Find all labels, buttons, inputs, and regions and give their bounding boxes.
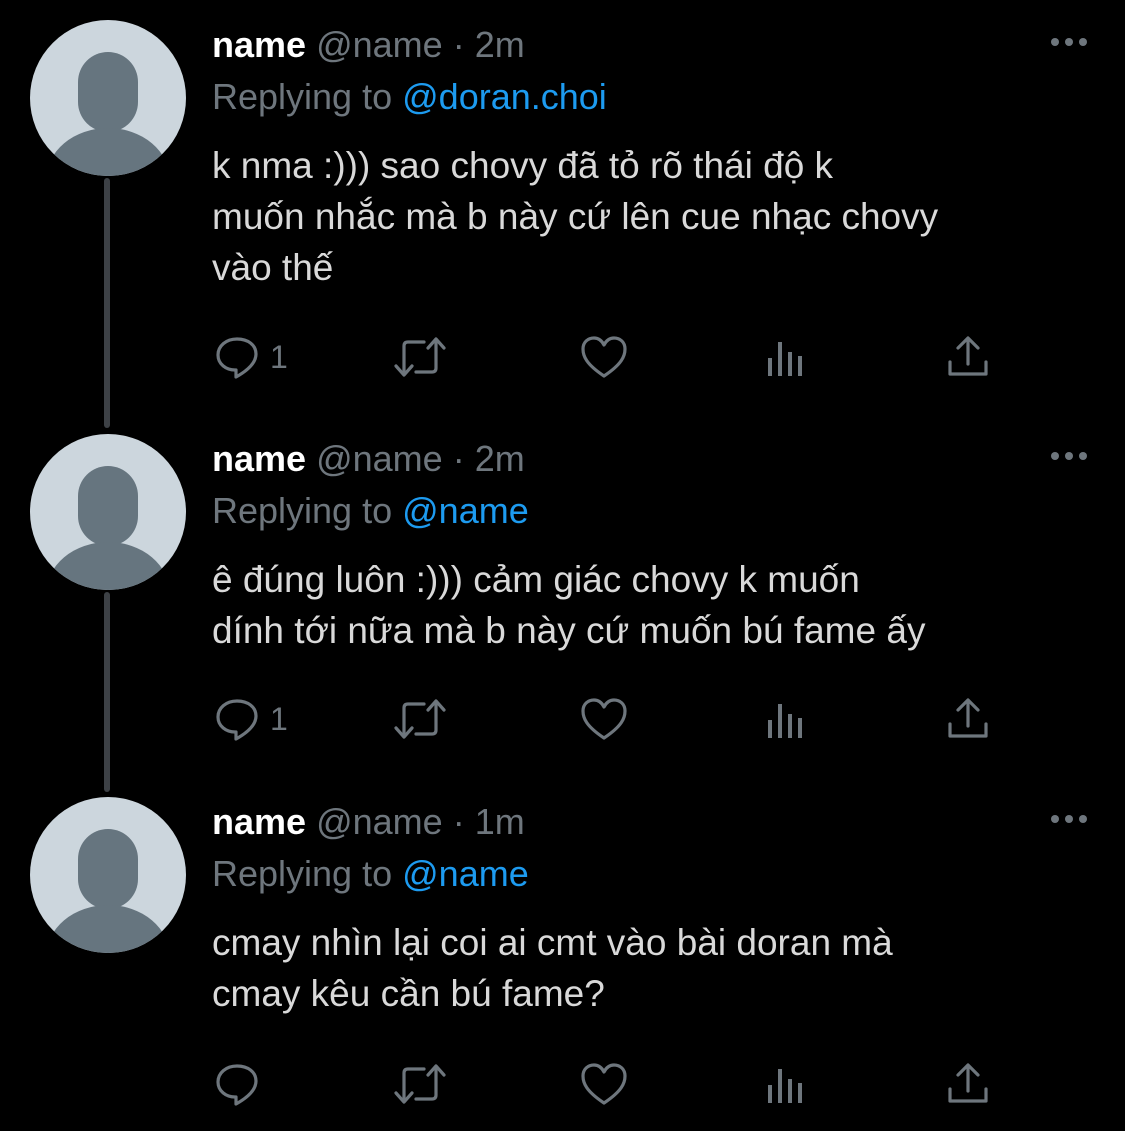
user-handle[interactable]: @name — [316, 438, 443, 479]
tweet-text: cmay nhìn lại coi ai cmt vào bài doran m… — [212, 917, 1092, 1019]
tweet-header: name @name · 1m — [212, 799, 525, 845]
tweet-2[interactable]: name @name · 2m Replying to @name ê đúng… — [0, 434, 1125, 764]
mention-link[interactable]: @name — [402, 853, 529, 894]
reply-count: 1 — [270, 338, 288, 375]
tweet-text-line: cmay nhìn lại coi ai cmt vào bài doran m… — [212, 922, 893, 963]
tweet-text-line: vào thế — [212, 247, 334, 288]
user-handle[interactable]: @name — [316, 801, 443, 842]
like-button[interactable] — [580, 332, 628, 382]
share-icon — [948, 1063, 988, 1103]
tweet-header: name @name · 2m — [212, 22, 525, 68]
separator-dot: · — [452, 24, 465, 65]
mention-link[interactable]: @doran.choi — [402, 76, 607, 117]
views-button[interactable] — [766, 1059, 806, 1109]
reply-icon — [216, 337, 258, 379]
share-button[interactable] — [946, 332, 990, 382]
retweet-button[interactable] — [392, 1059, 448, 1109]
replying-to: Replying to @doran.choi — [212, 74, 607, 120]
replying-prefix: Replying to — [212, 490, 393, 531]
like-icon — [581, 698, 627, 740]
tweet-text-line: k nma :))) sao chovy đã tỏ rõ thái độ k — [212, 145, 834, 186]
tweet-3[interactable]: name @name · 1m Replying to @name cmay n… — [0, 797, 1125, 1127]
retweet-icon — [394, 699, 446, 739]
views-icon — [768, 704, 802, 738]
replying-to: Replying to @name — [212, 851, 529, 897]
reply-icon — [216, 1064, 258, 1106]
replying-to: Replying to @name — [212, 488, 529, 534]
timestamp[interactable]: 1m — [475, 801, 525, 842]
views-icon — [768, 342, 802, 376]
tweet-text: ê đúng luôn :))) cảm giác chovy k muốn d… — [212, 554, 1092, 656]
default-avatar-icon[interactable] — [30, 797, 186, 953]
action-bar: 1 — [212, 332, 1012, 382]
separator-dot: · — [452, 801, 465, 842]
share-icon — [948, 336, 988, 376]
more-icon[interactable] — [1049, 807, 1089, 831]
more-icon[interactable] — [1049, 444, 1089, 468]
retweet-icon — [394, 1064, 446, 1104]
tweet-1[interactable]: name @name · 2m Replying to @doran.choi … — [0, 20, 1125, 420]
timestamp[interactable]: 2m — [475, 438, 525, 479]
display-name[interactable]: name — [212, 438, 306, 479]
reply-icon — [216, 699, 258, 741]
retweet-icon — [394, 337, 446, 377]
views-button[interactable] — [766, 332, 806, 382]
reply-count: 1 — [270, 700, 288, 737]
user-handle[interactable]: @name — [316, 24, 443, 65]
reply-button[interactable]: 1 — [214, 694, 288, 744]
share-button[interactable] — [946, 694, 990, 744]
separator-dot: · — [452, 438, 465, 479]
like-icon — [581, 336, 627, 378]
timestamp[interactable]: 2m — [475, 24, 525, 65]
display-name[interactable]: name — [212, 801, 306, 842]
share-icon — [948, 698, 988, 738]
views-icon — [768, 1069, 802, 1103]
like-button[interactable] — [580, 694, 628, 744]
action-bar — [212, 1059, 1012, 1109]
reply-button[interactable] — [214, 1059, 270, 1109]
retweet-button[interactable] — [392, 694, 448, 744]
tweet-header: name @name · 2m — [212, 436, 525, 482]
tweet-text-line: ê đúng luôn :))) cảm giác chovy k muốn — [212, 559, 860, 600]
default-avatar-icon[interactable] — [30, 20, 186, 176]
reply-button[interactable]: 1 — [214, 332, 288, 382]
replying-prefix: Replying to — [212, 853, 393, 894]
display-name[interactable]: name — [212, 24, 306, 65]
retweet-button[interactable] — [392, 332, 448, 382]
views-button[interactable] — [766, 694, 806, 744]
more-icon[interactable] — [1049, 30, 1089, 54]
tweet-text: k nma :))) sao chovy đã tỏ rõ thái độ k … — [212, 140, 1092, 293]
like-button[interactable] — [580, 1059, 628, 1109]
tweet-text-line: muốn nhắc mà b này cứ lên cue nhạc chovy — [212, 196, 939, 237]
replying-prefix: Replying to — [212, 76, 393, 117]
share-button[interactable] — [946, 1059, 990, 1109]
action-bar: 1 — [212, 694, 1012, 744]
default-avatar-icon[interactable] — [30, 434, 186, 590]
mention-link[interactable]: @name — [402, 490, 529, 531]
like-icon — [581, 1063, 627, 1105]
tweet-text-line: cmay kêu cần bú fame? — [212, 973, 605, 1014]
tweet-text-line: dính tới nữa mà b này cứ muốn bú fame ấy — [212, 610, 926, 651]
